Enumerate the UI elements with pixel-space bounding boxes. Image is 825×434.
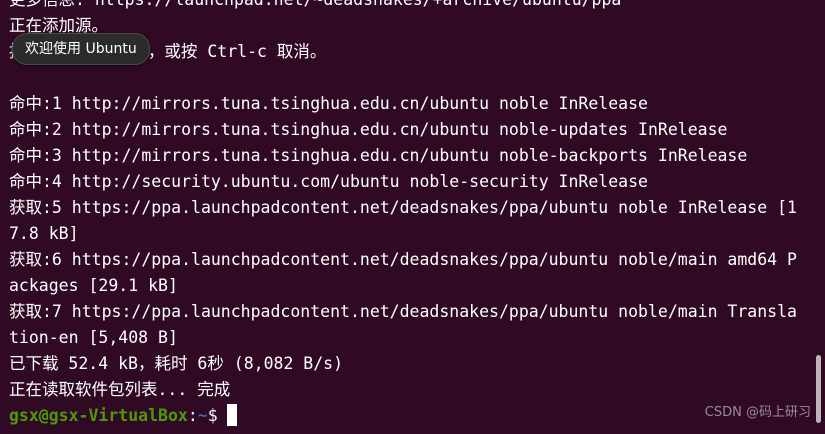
prompt-path: ~ — [197, 406, 208, 425]
terminal-line: 命中:4 http://security.ubuntu.com/ubuntu n… — [9, 172, 648, 191]
terminal-line: 已下载 52.4 kB，耗时 6秒 (8,082 B/s) — [9, 354, 344, 373]
prompt-symbol: $ — [207, 406, 218, 425]
text-cursor — [226, 404, 237, 426]
terminal-line: ackages [29.1 kB] — [9, 276, 178, 295]
watermark: CSDN @码上研习 — [704, 405, 811, 420]
terminal-line: 获取:6 https://ppa.launchpadcontent.net/de… — [9, 250, 797, 269]
scrollbar-thumb[interactable] — [816, 355, 821, 423]
terminal-line: 命中:1 http://mirrors.tuna.tsinghua.edu.cn… — [9, 94, 648, 113]
welcome-tooltip: 欢迎使用 Ubuntu — [12, 33, 150, 65]
terminal-line: tion-en [5,408 B] — [9, 328, 178, 347]
prompt-user-host: gsx@gsx-VirtualBox — [9, 406, 188, 425]
prompt-separator: : — [187, 406, 198, 425]
terminal-line: 命中:3 http://mirrors.tuna.tsinghua.edu.cn… — [9, 146, 748, 165]
terminal-line: 7.8 kB] — [9, 224, 79, 243]
terminal-window[interactable]: 更多信息: https://launchpad.net/~deadsnakes/… — [0, 0, 825, 434]
terminal-line: 正在读取软件包列表... 完成 — [9, 380, 231, 399]
terminal-line: 更多信息: https://launchpad.net/~deadsnakes/… — [9, 0, 811, 13]
terminal-line: 获取:7 https://ppa.launchpadcontent.net/de… — [9, 302, 797, 321]
terminal-line: 获取:5 https://ppa.launchpadcontent.net/de… — [9, 198, 797, 217]
prompt-line[interactable]: gsx@gsx-VirtualBox:~$ — [9, 403, 811, 429]
terminal-line: 命中:2 http://mirrors.tuna.tsinghua.edu.cn… — [9, 120, 728, 139]
